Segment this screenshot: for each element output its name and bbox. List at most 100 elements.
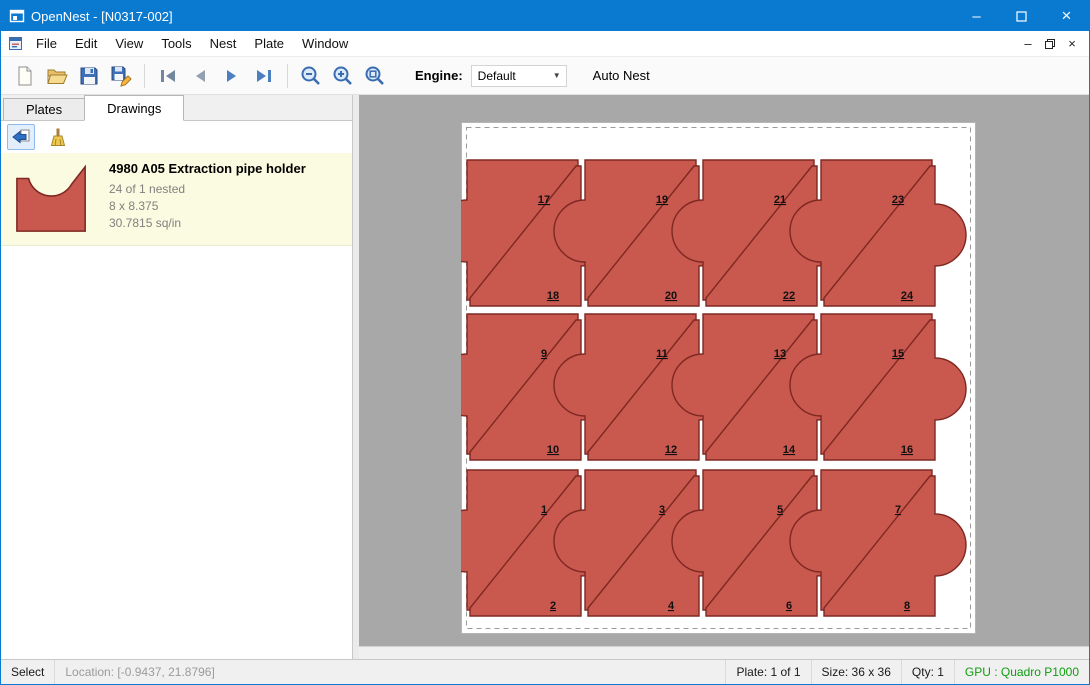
- engine-select[interactable]: Default ▼: [471, 65, 567, 87]
- engine-label: Engine:: [415, 68, 463, 83]
- restore-icon: [1044, 38, 1056, 50]
- go-previous-button[interactable]: [184, 61, 216, 91]
- part-number-6: 6: [786, 600, 792, 612]
- menubar: FileEditViewToolsNestPlateWindow – ×: [1, 31, 1089, 57]
- part-number-3: 3: [659, 504, 665, 516]
- statusbar-qty: Qty: 1: [901, 660, 954, 684]
- mdi-minimize-button[interactable]: –: [1017, 34, 1039, 54]
- drawing-dimensions: 8 x 8.375: [109, 198, 306, 215]
- part-number-12: 12: [665, 444, 677, 456]
- broom-icon: [47, 127, 67, 147]
- import-drawing-icon: [11, 127, 31, 147]
- part-number-21: 21: [774, 194, 786, 206]
- statusbar-plate: Plate: 1 of 1: [725, 660, 810, 684]
- zoom-fit-button[interactable]: [359, 61, 391, 91]
- menu-item-plate[interactable]: Plate: [245, 32, 293, 55]
- toolbar-separator: [287, 64, 288, 88]
- part-number-14: 14: [783, 444, 796, 456]
- drawing-list-item[interactable]: 4980 A05 Extraction pipe holder 24 of 1 …: [1, 153, 352, 246]
- save-icon: [78, 65, 100, 87]
- part-number-2: 2: [550, 600, 556, 612]
- go-first-icon: [157, 65, 179, 87]
- statusbar-spacer: [225, 660, 726, 684]
- toolbar-separator: [144, 64, 145, 88]
- go-next-icon: [221, 65, 243, 87]
- part-number-4: 4: [668, 600, 675, 612]
- go-first-button[interactable]: [152, 61, 184, 91]
- chevron-down-icon: ▼: [553, 71, 566, 80]
- app-window: OpenNest - [N0317-002] – × FileEditViewT…: [0, 0, 1090, 685]
- document-icon: [8, 36, 23, 51]
- minimize-button[interactable]: –: [954, 1, 999, 31]
- drawing-title: 4980 A05 Extraction pipe holder: [109, 161, 306, 176]
- tab-strip: PlatesDrawings: [1, 95, 352, 121]
- go-next-button[interactable]: [216, 61, 248, 91]
- auto-nest-button[interactable]: Auto Nest: [593, 68, 650, 83]
- menu-item-tools[interactable]: Tools: [152, 32, 200, 55]
- part-number-16: 16: [901, 444, 913, 456]
- go-last-icon: [253, 65, 275, 87]
- zoom-fit-icon: [364, 65, 386, 87]
- go-last-button[interactable]: [248, 61, 280, 91]
- mdi-window-controls: – ×: [1017, 34, 1083, 54]
- part-number-7: 7: [895, 504, 901, 516]
- menu-item-file[interactable]: File: [27, 32, 66, 55]
- clear-drawings-button[interactable]: [43, 124, 71, 150]
- menu-item-edit[interactable]: Edit: [66, 32, 106, 55]
- new-file-button[interactable]: [9, 61, 41, 91]
- part-number-13: 13: [774, 348, 786, 360]
- part-number-23: 23: [892, 194, 904, 206]
- menu-item-window[interactable]: Window: [293, 32, 357, 55]
- mdi-close-button[interactable]: ×: [1061, 34, 1083, 54]
- statusbar-mode: Select: [1, 660, 54, 684]
- tab-drawings[interactable]: Drawings: [84, 95, 184, 121]
- new-file-icon: [14, 65, 36, 87]
- sidebar: PlatesDrawings: [1, 95, 353, 659]
- save-edit-button[interactable]: [105, 61, 137, 91]
- open-button[interactable]: [41, 61, 73, 91]
- maximize-icon: [1016, 11, 1027, 22]
- part-number-9: 9: [541, 348, 547, 360]
- app-icon: [9, 8, 25, 24]
- part-number-8: 8: [904, 600, 910, 612]
- save-button[interactable]: [73, 61, 105, 91]
- engine-value: Default: [478, 69, 516, 83]
- drawing-meta: 4980 A05 Extraction pipe holder 24 of 1 …: [109, 159, 306, 237]
- menu-item-view[interactable]: View: [106, 32, 152, 55]
- titlebar: OpenNest - [N0317-002] – ×: [1, 1, 1089, 31]
- part-number-10: 10: [547, 444, 559, 456]
- part-thumbnail: [9, 159, 95, 237]
- mdi-restore-button[interactable]: [1039, 34, 1061, 54]
- horizontal-scrollbar[interactable]: [359, 646, 1089, 659]
- sidebar-toolbar: [1, 121, 352, 153]
- open-folder-icon: [46, 65, 68, 87]
- import-drawing-button[interactable]: [7, 124, 35, 150]
- part-number-24: 24: [901, 290, 914, 302]
- part-number-17: 17: [538, 194, 550, 206]
- menu: FileEditViewToolsNestPlateWindow: [27, 32, 357, 55]
- drawing-area: 30.7815 sq/in: [109, 215, 306, 232]
- menu-item-nest[interactable]: Nest: [201, 32, 246, 55]
- statusbar-gpu: GPU : Quadro P1000: [954, 660, 1089, 684]
- zoom-out-button[interactable]: [295, 61, 327, 91]
- save-edit-icon: [110, 65, 132, 87]
- nest-canvas[interactable]: 171819202122232491011121314151612345678: [359, 95, 1089, 659]
- statusbar-size: Size: 36 x 36: [811, 660, 901, 684]
- close-button[interactable]: ×: [1044, 1, 1089, 31]
- zoom-in-button[interactable]: [327, 61, 359, 91]
- part-number-15: 15: [892, 348, 904, 360]
- part-number-5: 5: [777, 504, 783, 516]
- tab-plates[interactable]: Plates: [3, 98, 85, 120]
- window-title: OpenNest - [N0317-002]: [31, 9, 173, 24]
- maximize-button[interactable]: [999, 1, 1044, 31]
- part-number-11: 11: [656, 348, 668, 360]
- part-number-18: 18: [547, 290, 559, 302]
- statusbar-location: Location: [-0.9437, 21.8796]: [54, 660, 224, 684]
- part-number-19: 19: [656, 194, 668, 206]
- zoom-in-icon: [332, 65, 354, 87]
- plate: 171819202122232491011121314151612345678: [461, 122, 976, 634]
- zoom-out-icon: [300, 65, 322, 87]
- part-number-1: 1: [541, 504, 547, 516]
- drawing-nested-count: 24 of 1 nested: [109, 181, 306, 198]
- statusbar: Select Location: [-0.9437, 21.8796] Plat…: [1, 659, 1089, 684]
